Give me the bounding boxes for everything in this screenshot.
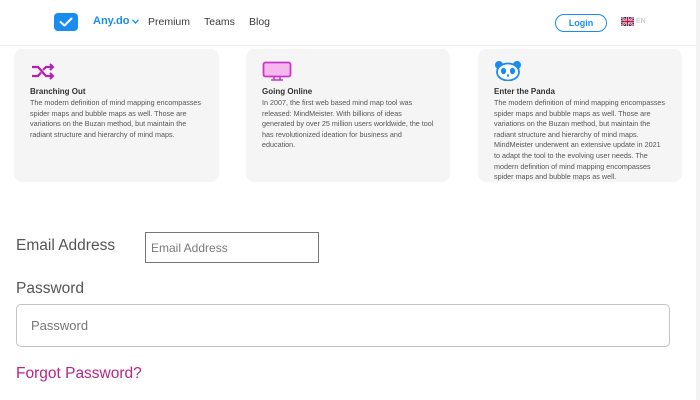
card-text: In 2007, the first web based mind map to… — [262, 98, 434, 150]
forgot-password-link[interactable]: Forgot Password? — [16, 365, 142, 383]
card-text: The modern definition of mind mapping en… — [494, 98, 665, 182]
nav-premium[interactable]: Premium — [148, 16, 190, 28]
email-input[interactable] — [145, 232, 319, 263]
language-code: EN — [636, 18, 646, 25]
card-title: Branching Out — [30, 87, 86, 96]
panda-icon — [495, 61, 521, 81]
card-text: The modern definition of mind mapping en… — [30, 98, 201, 139]
card-title: Going Online — [262, 87, 313, 96]
nav-teams[interactable]: Teams — [204, 16, 235, 28]
login-button[interactable]: Login — [555, 14, 607, 32]
top-navigation: Any.do Premium Teams Blog Login EN — [0, 0, 700, 46]
page-edge — [696, 0, 700, 400]
chevron-down-icon — [132, 18, 140, 24]
uk-flag-icon — [621, 17, 634, 26]
card-enter-the-panda: Enter the Panda The modern definition of… — [478, 49, 682, 182]
brand-menu[interactable]: Any.do — [93, 15, 140, 27]
password-input[interactable] — [16, 304, 670, 347]
anydo-logo-icon[interactable] — [54, 13, 78, 31]
card-branching-out: Branching Out The modern definition of m… — [14, 49, 219, 182]
shuffle-icon — [32, 63, 55, 80]
nav-blog[interactable]: Blog — [249, 16, 270, 28]
monitor-icon — [262, 61, 292, 81]
brand-label: Any.do — [93, 15, 130, 27]
language-selector[interactable]: EN — [621, 17, 646, 26]
password-label: Password — [16, 280, 85, 297]
card-title: Enter the Panda — [494, 87, 555, 96]
card-going-online: Going Online In 2007, the first web base… — [246, 49, 450, 182]
email-label: Email Address — [16, 237, 116, 254]
